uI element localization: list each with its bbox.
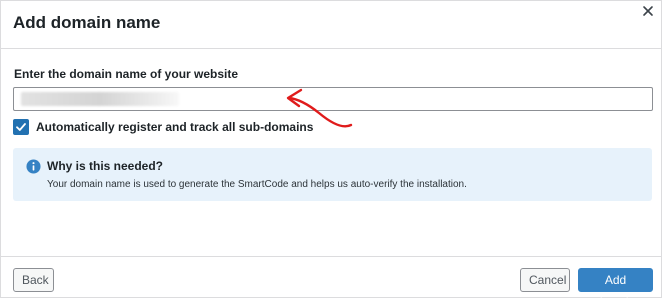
subdomains-label: Automatically register and track all sub… xyxy=(36,120,314,134)
dialog-title: Add domain name xyxy=(13,13,161,32)
dialog-footer: Back Cancel Add domain xyxy=(1,256,661,298)
redacted-domain-text xyxy=(21,92,179,106)
info-notice: Why is this needed? Your domain name is … xyxy=(13,148,652,201)
subdomains-checkbox[interactable] xyxy=(13,119,29,135)
dialog-header: Add domain name xyxy=(1,1,661,49)
info-icon xyxy=(26,159,41,174)
notice-text: Your domain name is used to generate the… xyxy=(47,179,467,190)
close-icon[interactable] xyxy=(641,4,655,18)
domain-field-label: Enter the domain name of your website xyxy=(14,67,239,81)
subdomains-option[interactable]: Automatically register and track all sub… xyxy=(13,119,313,135)
add-domain-button[interactable]: Add domain xyxy=(578,268,653,298)
back-button[interactable]: Back xyxy=(13,268,54,292)
checkmark-icon xyxy=(16,123,26,131)
cancel-button[interactable]: Cancel xyxy=(520,268,570,292)
add-domain-dialog: Add domain name Enter the domain name of… xyxy=(0,0,662,298)
notice-title: Why is this needed? xyxy=(47,159,164,173)
